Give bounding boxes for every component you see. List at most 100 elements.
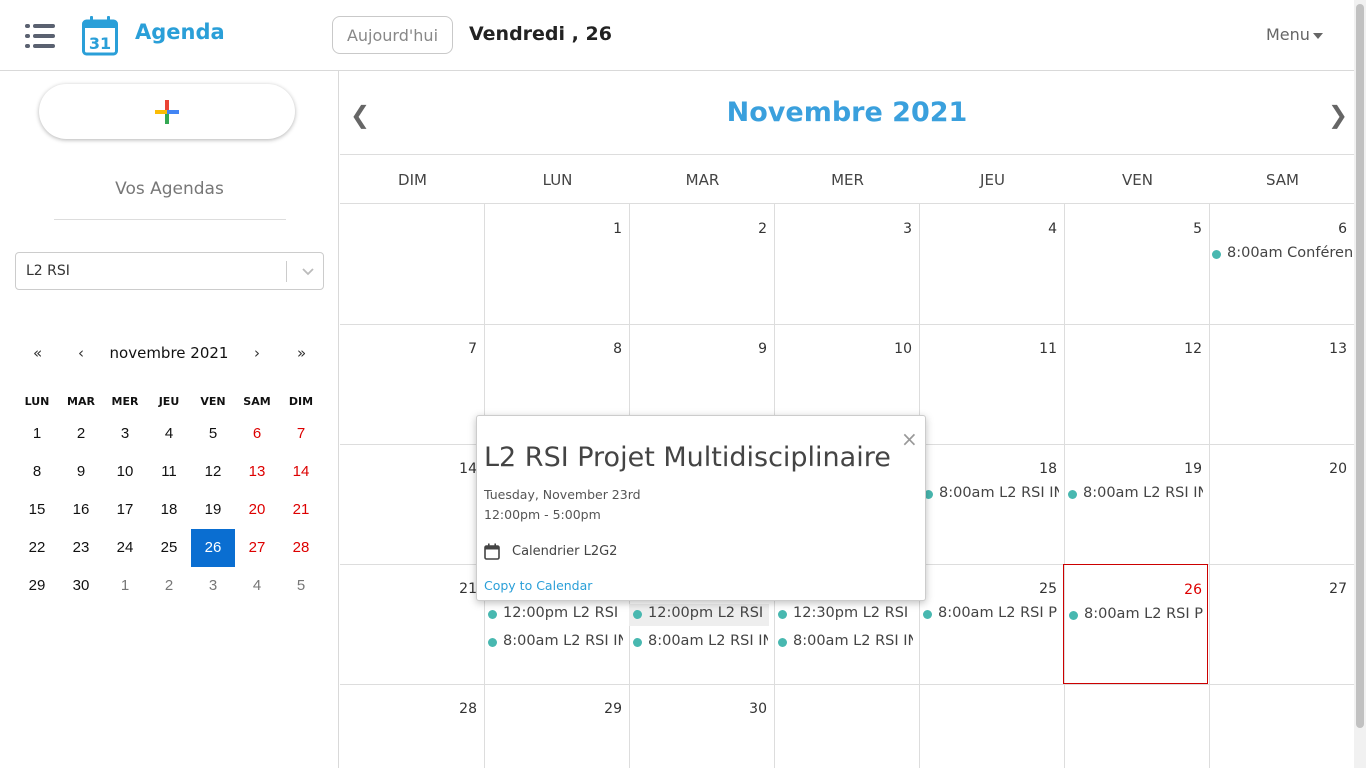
event-item-selected[interactable]: 12:00pm L2 RSI F [629, 604, 769, 626]
day-number[interactable]: 19 [1162, 461, 1202, 477]
mini-cal-day[interactable]: 25 [147, 529, 191, 567]
menu-list-icon[interactable] [25, 24, 55, 48]
weekday-header: VEN [1122, 171, 1153, 189]
mini-cal-day[interactable]: 3 [103, 415, 147, 453]
mini-cal-day[interactable]: 9 [59, 453, 103, 491]
day-number[interactable]: 9 [727, 341, 767, 357]
mini-cal-title[interactable]: novembre 2021 [99, 344, 239, 362]
mini-cal-day[interactable]: 5 [279, 567, 323, 605]
day-number[interactable]: 12 [1162, 341, 1202, 357]
chevron-down-icon[interactable] [298, 261, 318, 281]
mini-cal-day[interactable]: 16 [59, 491, 103, 529]
mini-next-year-button[interactable]: » [297, 344, 306, 362]
mini-cal-day[interactable]: 1 [103, 567, 147, 605]
event-item[interactable]: 8:00am L2 RSI IN [633, 633, 768, 655]
mini-cal-day[interactable]: 29 [15, 567, 59, 605]
mini-cal-day[interactable]: 24 [103, 529, 147, 567]
mini-cal-day[interactable]: 26 [191, 529, 235, 567]
mini-cal-weekday-header: MER [111, 395, 139, 408]
mini-cal-weekday-header: JEU [158, 395, 180, 408]
mini-cal-day[interactable]: 1 [15, 415, 59, 453]
day-number[interactable]: 13 [1307, 341, 1347, 357]
next-month-button[interactable]: ❯ [1328, 101, 1348, 129]
mini-prev-month-button[interactable]: ‹ [78, 344, 84, 362]
current-date: Vendredi , 26 [469, 23, 612, 45]
day-number[interactable]: 8 [582, 341, 622, 357]
day-number[interactable]: 11 [1017, 341, 1057, 357]
mini-cal-day[interactable]: 7 [279, 415, 323, 453]
mini-prev-year-button[interactable]: « [33, 344, 42, 362]
day-number[interactable]: 2 [727, 221, 767, 237]
today-button[interactable]: Aujourd'hui [332, 16, 453, 54]
calendar-icon [484, 543, 500, 560]
mini-cal-weekday-header: LUN [24, 395, 50, 408]
mini-cal-day[interactable]: 12 [191, 453, 235, 491]
mini-cal-day[interactable]: 2 [147, 567, 191, 605]
agendas-heading: Vos Agendas [115, 179, 224, 199]
mini-cal-day[interactable]: 27 [235, 529, 279, 567]
event-dot [778, 610, 787, 619]
day-number[interactable]: 1 [582, 221, 622, 237]
event-item[interactable]: 8:00am L2 RSI IN [488, 633, 623, 655]
mini-cal-day[interactable]: 20 [235, 491, 279, 529]
scrollbar-thumb[interactable] [1356, 4, 1364, 728]
day-number[interactable]: 3 [872, 221, 912, 237]
mini-cal-day[interactable]: 6 [235, 415, 279, 453]
page-scrollbar[interactable] [1354, 0, 1366, 768]
event-item[interactable]: 8:00am L2 RSI IN [924, 485, 1059, 507]
event-item[interactable]: 8:00am Conférenc [1212, 245, 1352, 267]
mini-cal-day[interactable]: 17 [103, 491, 147, 529]
event-dot [923, 610, 932, 619]
mini-cal-day[interactable]: 2 [59, 415, 103, 453]
mini-cal-day[interactable]: 21 [279, 491, 323, 529]
event-label: 8:00am L2 RSI IN [648, 633, 768, 649]
day-number[interactable]: 21 [437, 581, 477, 597]
day-number[interactable]: 30 [727, 701, 767, 717]
add-event-button[interactable] [39, 84, 295, 139]
mini-next-month-button[interactable]: › [254, 344, 260, 362]
mini-cal-day[interactable]: 19 [191, 491, 235, 529]
copy-to-calendar-link[interactable]: Copy to Calendar [484, 578, 592, 593]
weekday-header: JEU [980, 171, 1005, 189]
day-number[interactable]: 10 [872, 341, 912, 357]
day-number[interactable]: 27 [1307, 581, 1347, 597]
day-number[interactable]: 18 [1017, 461, 1057, 477]
mini-cal-day[interactable]: 13 [235, 453, 279, 491]
mini-cal-day[interactable]: 22 [15, 529, 59, 567]
day-number[interactable]: 28 [437, 701, 477, 717]
mini-cal-day[interactable]: 3 [191, 567, 235, 605]
event-label: 8:00am L2 RSI Pr [1084, 606, 1203, 622]
event-item[interactable]: 8:00am L2 RSI IN [778, 633, 913, 655]
mini-cal-day[interactable]: 11 [147, 453, 191, 491]
mini-cal-day[interactable]: 4 [147, 415, 191, 453]
event-item[interactable]: 8:00am L2 RSI Pr [923, 605, 1058, 627]
mini-cal-day[interactable]: 30 [59, 567, 103, 605]
agenda-select[interactable]: L2 RSI [15, 252, 324, 290]
day-number[interactable]: 6 [1307, 221, 1347, 237]
day-number[interactable]: 29 [582, 701, 622, 717]
day-number[interactable]: 14 [437, 461, 477, 477]
event-item[interactable]: 8:00am L2 RSI IN [1068, 485, 1203, 507]
mini-cal-day[interactable]: 5 [191, 415, 235, 453]
mini-cal-day[interactable]: 18 [147, 491, 191, 529]
mini-cal-day[interactable]: 28 [279, 529, 323, 567]
day-number[interactable]: 5 [1162, 221, 1202, 237]
mini-cal-day[interactable]: 4 [235, 567, 279, 605]
mini-cal-day[interactable]: 10 [103, 453, 147, 491]
mini-cal-day[interactable]: 8 [15, 453, 59, 491]
menu-dropdown[interactable]: Menu [1266, 25, 1323, 44]
mini-cal-day[interactable]: 23 [59, 529, 103, 567]
event-item[interactable]: 12:30pm L2 RSI F [778, 605, 913, 627]
day-number[interactable]: 7 [437, 341, 477, 357]
mini-cal-day[interactable]: 14 [279, 453, 323, 491]
day-number[interactable]: 20 [1307, 461, 1347, 477]
day-number[interactable]: 4 [1017, 221, 1057, 237]
event-item[interactable]: 12:00pm L2 RSI F [488, 605, 623, 627]
day-number[interactable]: 25 [1017, 581, 1057, 597]
event-label: 8:00am L2 RSI Pr [938, 605, 1058, 621]
weekday-header: LUN [542, 171, 573, 189]
mini-cal-day[interactable]: 15 [15, 491, 59, 529]
app-title[interactable]: Agenda [135, 20, 225, 44]
close-icon[interactable]: × [901, 427, 918, 451]
event-item[interactable]: 8:00am L2 RSI Pr [1069, 606, 1203, 628]
